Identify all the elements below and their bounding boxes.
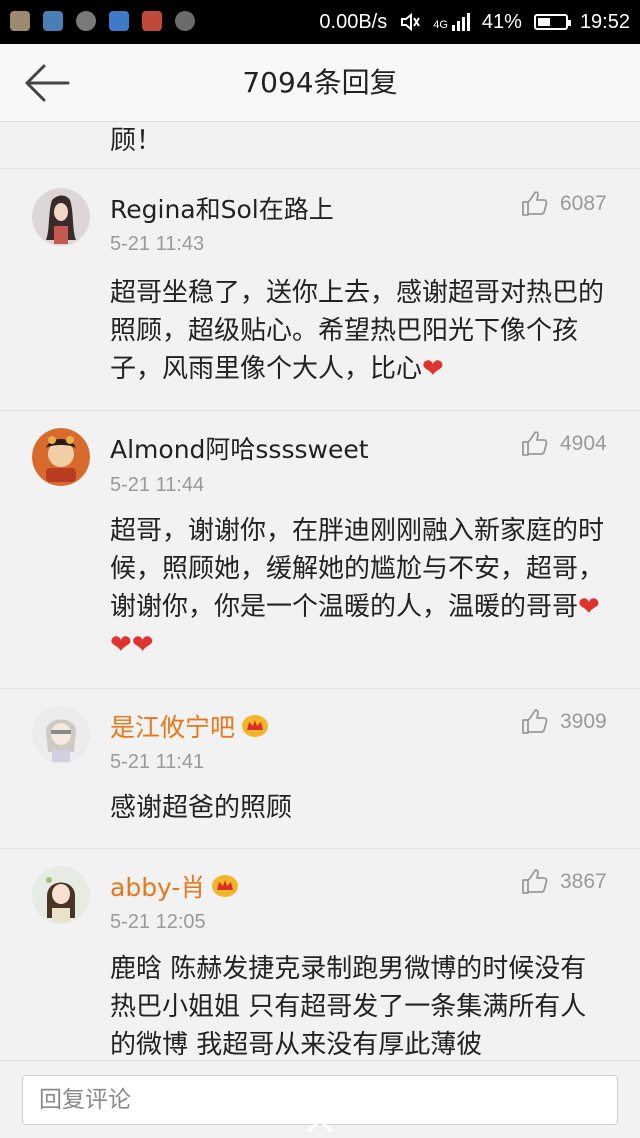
comment-author[interactable]: abby-肖 xyxy=(110,868,239,904)
truncated-comment-text: 顾！ xyxy=(110,126,163,156)
battery-percent: 41% xyxy=(481,10,522,33)
app-icon xyxy=(142,11,162,31)
status-bar: 0.00B/s 4G 41% 19:52 xyxy=(0,0,640,44)
like-button[interactable]: 4904 xyxy=(520,430,607,458)
comment-author[interactable]: 是江攸宁吧 xyxy=(110,708,269,744)
net-speed: 0.00B/s xyxy=(319,10,388,33)
like-count: 3867 xyxy=(560,870,607,893)
comment-text: 超哥，谢谢你，在胖迪刚刚融入新家庭的时候，照顾她，缓解她的尴尬与不安，超哥，谢谢… xyxy=(110,516,605,660)
comment-text: 感谢超爸的照顾 xyxy=(110,793,293,823)
comment-text: 鹿晗 陈赫发捷克录制跑男微博的时候没有热巴小姐姐 只有超哥发了一条集满所有人的微… xyxy=(110,954,587,1060)
chat-icon xyxy=(175,11,195,31)
weibo-icon xyxy=(76,11,96,31)
mute-icon xyxy=(401,12,421,32)
battery-icon xyxy=(533,14,571,30)
thumbs-up-icon xyxy=(522,869,548,894)
divider xyxy=(0,848,640,849)
app-icon xyxy=(109,11,129,31)
page-title: 7094条回复 xyxy=(242,66,398,99)
avatar[interactable] xyxy=(32,866,90,924)
like-button[interactable]: 3867 xyxy=(520,868,607,896)
comment-text: 超哥坐稳了，送你上去，感谢超哥对热巴的照顾，超级贴心。希望热巴阳光下像个孩子，风… xyxy=(110,278,605,384)
crown-badge-icon xyxy=(242,715,269,737)
crown-badge-icon xyxy=(212,875,239,897)
notification-icons xyxy=(10,11,195,31)
chevron-up-icon[interactable] xyxy=(306,1116,334,1134)
like-count: 6087 xyxy=(560,192,607,215)
like-button[interactable]: 6087 xyxy=(520,190,607,218)
comment-time: 5-21 12:05 xyxy=(110,911,206,933)
like-count: 4904 xyxy=(560,432,607,455)
avatar[interactable] xyxy=(32,188,90,246)
thumbs-up-icon xyxy=(522,431,548,456)
like-count: 3909 xyxy=(560,710,607,733)
app-icon xyxy=(43,11,63,31)
heart-emoji: ❤ xyxy=(422,354,444,384)
divider xyxy=(0,410,640,411)
divider xyxy=(0,688,640,689)
comment-time: 5-21 11:41 xyxy=(110,751,205,773)
comment-time: 5-21 11:44 xyxy=(110,474,205,496)
thumbs-up-icon xyxy=(522,709,548,734)
like-button[interactable]: 3909 xyxy=(520,708,607,736)
divider xyxy=(0,168,640,169)
comment-time: 5-21 11:43 xyxy=(110,233,205,255)
comment-author[interactable]: Almond阿哈ssssweet xyxy=(110,430,369,466)
train-icon xyxy=(10,11,30,31)
clock: 19:52 xyxy=(579,10,630,33)
header-bar: 7094条回复 xyxy=(0,44,640,122)
avatar[interactable] xyxy=(32,706,90,764)
avatar[interactable] xyxy=(32,428,90,486)
comment-author[interactable]: Regina和Sol在路上 xyxy=(110,190,334,226)
thumbs-up-icon xyxy=(522,191,548,216)
comment-list[interactable]: 顾！ Regina和Sol在路上 6087 5-21 11:43 超哥坐稳了，送… xyxy=(0,122,640,1060)
signal-indicator: 4G xyxy=(433,13,470,31)
